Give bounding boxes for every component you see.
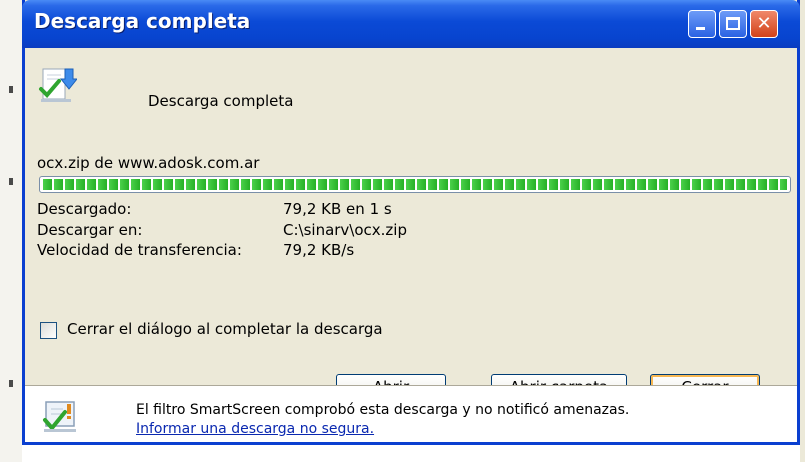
close-window-button[interactable]: ✕ [750,10,778,38]
dialog-body: Descarga completa ocx.zip de www.adosk.c… [25,48,797,400]
close-on-complete-label[interactable]: Cerrar el diálogo al completar la descar… [67,320,383,338]
transfer-rate-label: Velocidad de transferencia: [37,241,242,259]
close-icon: ✕ [756,13,772,34]
title-bar[interactable]: Descarga completa ✕ [22,0,800,48]
maximize-icon [726,17,740,30]
minimize-button[interactable] [688,10,716,38]
transfer-rate-value: 79,2 KB/s [283,241,355,259]
close-on-complete-checkbox[interactable] [40,322,57,339]
progress-fill [43,179,787,190]
file-source-label: ocx.zip de www.adosk.com.ar [37,154,260,172]
background-mark [9,86,13,93]
downloaded-label: Descargado: [37,200,132,218]
smartscreen-check-icon [43,401,76,432]
status-heading: Descarga completa [148,92,294,110]
download-complete-icon [39,68,77,102]
report-unsafe-download-link[interactable]: Informar una descarga no segura. [136,421,374,437]
download-dialog: Descarga completa ✕ Descarga completa oc… [22,0,800,445]
smartscreen-message: El filtro SmartScreen comprobó esta desc… [136,402,630,418]
window-title: Descarga completa [34,9,251,33]
background-mark [9,380,13,387]
downloaded-value: 79,2 KB en 1 s [283,200,392,218]
download-progress-bar [39,176,791,193]
save-to-value: C:\sinarv\ocx.zip [283,221,407,239]
background-window-edge-right [800,0,805,462]
save-to-label: Descargar en: [37,221,143,239]
background-window-edge [0,0,22,462]
background-mark [9,178,13,185]
maximize-button[interactable] [719,10,747,38]
minimize-icon [696,27,705,30]
